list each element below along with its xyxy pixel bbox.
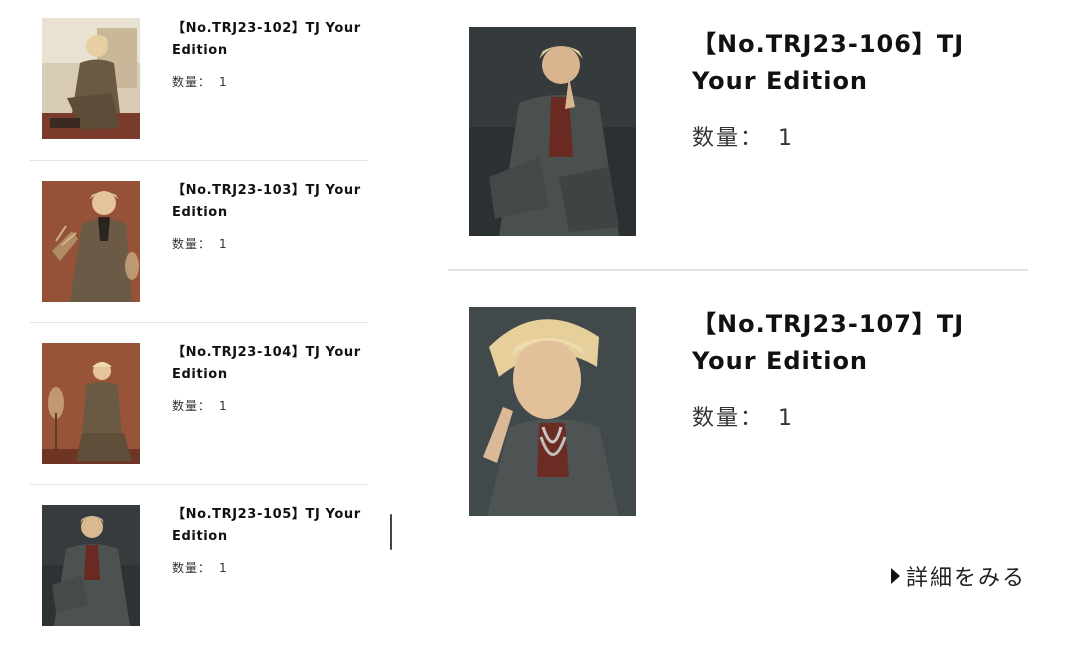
product-photo[interactable] xyxy=(469,307,636,516)
divider xyxy=(30,484,368,485)
quantity-value: 1 xyxy=(219,237,228,251)
quantity-label: 数量： xyxy=(692,126,765,151)
view-details-label: 詳細をみる xyxy=(905,566,1026,591)
product-title: 【No.TRJ23-107】TJ Your Edition xyxy=(692,310,965,375)
product-title: 【No.TRJ23-104】TJ Your Edition xyxy=(172,345,361,382)
quantity-label: 数量： xyxy=(172,399,212,413)
product-photo[interactable] xyxy=(42,18,140,139)
product-photo[interactable] xyxy=(469,27,636,236)
view-details-link[interactable]: 詳細をみる xyxy=(890,560,1026,592)
product-photo[interactable] xyxy=(42,181,140,302)
quantity-label: 数量： xyxy=(172,561,212,575)
quantity-value: 1 xyxy=(219,75,228,89)
quantity-value: 1 xyxy=(219,561,228,575)
cart-list-large: 【No.TRJ23-106】TJ Your Edition 数量： 1 【No.T… xyxy=(448,0,1028,646)
quantity-label: 数量： xyxy=(172,75,212,89)
product-title: 【No.TRJ23-106】TJ Your Edition xyxy=(692,30,965,95)
quantity: 数量： 1 xyxy=(172,235,228,252)
quantity-label: 数量： xyxy=(172,237,212,251)
divider xyxy=(30,160,368,161)
quantity: 数量： 1 xyxy=(692,400,794,432)
divider xyxy=(30,322,368,323)
divider xyxy=(448,269,1028,271)
quantity: 数量： 1 xyxy=(172,73,228,90)
cart-list-small: 【No.TRJ23-102】TJ Your Edition 数量： 1 【No.T… xyxy=(30,0,368,646)
triangle-right-icon xyxy=(890,568,900,584)
product-photo[interactable] xyxy=(42,343,140,464)
quantity-label: 数量： xyxy=(692,406,765,431)
quantity: 数量： 1 xyxy=(692,120,794,152)
product-title: 【No.TRJ23-103】TJ Your Edition xyxy=(172,183,361,220)
product-photo[interactable] xyxy=(42,505,140,626)
quantity: 数量： 1 xyxy=(172,397,228,414)
quantity: 数量： 1 xyxy=(172,559,228,576)
quantity-value: 1 xyxy=(219,399,228,413)
product-title: 【No.TRJ23-105】TJ Your Edition xyxy=(172,507,361,544)
scrollbar[interactable] xyxy=(390,514,392,550)
quantity-value: 1 xyxy=(778,406,795,431)
quantity-value: 1 xyxy=(778,126,795,151)
product-title: 【No.TRJ23-102】TJ Your Edition xyxy=(172,21,361,58)
